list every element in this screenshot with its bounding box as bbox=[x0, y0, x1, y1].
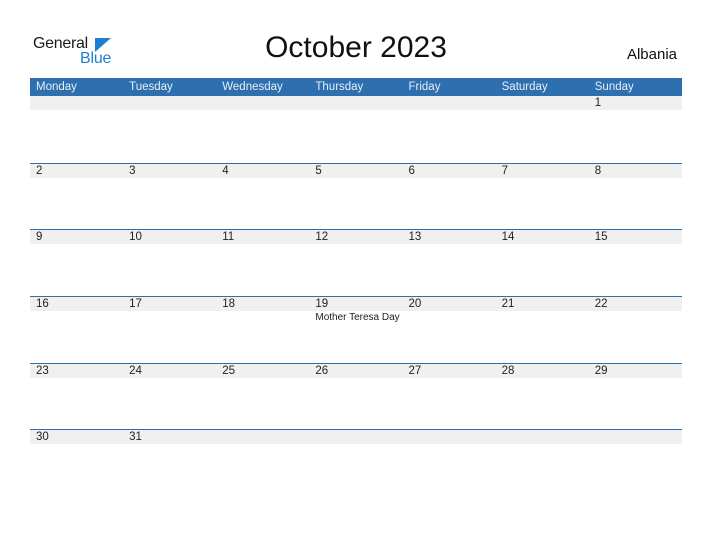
weekday-saturday: Saturday bbox=[501, 81, 548, 93]
week-row: 9 10 11 12 13 14 15 bbox=[30, 229, 682, 296]
day-number-bar: 30 31 bbox=[30, 430, 682, 445]
day-number-bar: 2 3 4 5 6 7 8 bbox=[30, 163, 682, 178]
weekday-friday: Friday bbox=[408, 81, 441, 93]
week-row: 23 24 25 26 27 28 29 bbox=[30, 362, 682, 430]
day-number: 26 bbox=[315, 364, 329, 377]
day-number: 19 bbox=[315, 298, 329, 311]
day-number bbox=[403, 96, 496, 110]
day-number: 11 bbox=[222, 231, 235, 244]
holiday-label: Mother Teresa Day bbox=[315, 312, 400, 324]
weekday-thursday: Thursday bbox=[315, 81, 364, 93]
day-number: 14 bbox=[501, 231, 515, 244]
day-number: 31 bbox=[129, 431, 142, 444]
holiday-label bbox=[589, 311, 682, 325]
holiday-label bbox=[496, 311, 589, 325]
day-number: 25 bbox=[222, 364, 236, 377]
day-number: 29 bbox=[594, 364, 608, 377]
day-number bbox=[309, 430, 402, 444]
day-number: 4 bbox=[222, 164, 229, 177]
calendar-title: October 2023 bbox=[265, 31, 447, 64]
holiday-label bbox=[403, 311, 496, 325]
day-number bbox=[496, 96, 589, 110]
day-number: 5 bbox=[315, 164, 322, 177]
day-number: 23 bbox=[36, 364, 49, 377]
holiday-label bbox=[30, 311, 123, 325]
day-number: 17 bbox=[129, 298, 142, 311]
day-number: 8 bbox=[594, 164, 602, 177]
day-number bbox=[123, 96, 216, 110]
day-number: 10 bbox=[129, 231, 142, 244]
day-number-bar: 16 17 18 19 20 21 22 bbox=[30, 297, 682, 312]
day-number: 21 bbox=[501, 298, 515, 311]
day-number: 3 bbox=[129, 164, 136, 177]
day-number: 9 bbox=[36, 231, 43, 244]
day-number-bar: 1 bbox=[30, 96, 682, 110]
week-row: 2 3 4 5 6 7 8 bbox=[30, 162, 682, 230]
weekday-sunday: Sunday bbox=[594, 81, 634, 93]
day-number: 20 bbox=[408, 298, 422, 311]
day-number: 22 bbox=[594, 298, 608, 311]
day-number bbox=[589, 430, 682, 444]
day-number bbox=[496, 430, 589, 444]
day-number: 7 bbox=[501, 164, 509, 177]
day-number: 6 bbox=[408, 164, 415, 177]
day-number bbox=[216, 96, 309, 110]
holiday-label bbox=[216, 311, 309, 325]
day-number: 1 bbox=[594, 97, 602, 109]
week-row: 30 31 bbox=[30, 429, 682, 496]
day-number: 27 bbox=[408, 364, 422, 377]
weekday-wednesday: Wednesday bbox=[222, 81, 283, 93]
day-number: 15 bbox=[594, 231, 608, 244]
day-number: 18 bbox=[222, 298, 236, 311]
day-number: 16 bbox=[36, 298, 49, 311]
day-number: 28 bbox=[501, 364, 515, 377]
day-number: 2 bbox=[36, 164, 43, 177]
day-number: 13 bbox=[408, 231, 422, 244]
calendar-grid: Monday Tuesday Wednesday Thursday Friday… bbox=[30, 78, 682, 496]
day-number bbox=[403, 430, 496, 444]
weekday-tuesday: Tuesday bbox=[129, 81, 173, 93]
day-number: 12 bbox=[315, 231, 329, 244]
holiday-label bbox=[123, 311, 216, 325]
day-number bbox=[216, 430, 309, 444]
day-number: 24 bbox=[129, 364, 142, 377]
day-number-bar: 9 10 11 12 13 14 15 bbox=[30, 230, 682, 245]
country-label: Albania bbox=[626, 46, 677, 63]
day-number: 30 bbox=[36, 431, 49, 444]
day-number-bar: 23 24 25 26 27 28 29 bbox=[30, 363, 682, 378]
weeks-container: 1 2 3 4 5 6 7 8 9 10 11 12 13 14 15 16 17 18 19 20 21 22 Mothe… bbox=[30, 96, 682, 496]
weekday-header: Monday Tuesday Wednesday Thursday Friday… bbox=[30, 78, 682, 96]
week-row: 16 17 18 19 20 21 22 Mother Teresa Day bbox=[30, 296, 682, 363]
events-row: Mother Teresa Day bbox=[30, 311, 682, 325]
week-row: 1 bbox=[30, 96, 682, 163]
day-number bbox=[30, 96, 123, 110]
day-number bbox=[309, 96, 402, 110]
weekday-monday: Monday bbox=[36, 81, 77, 93]
